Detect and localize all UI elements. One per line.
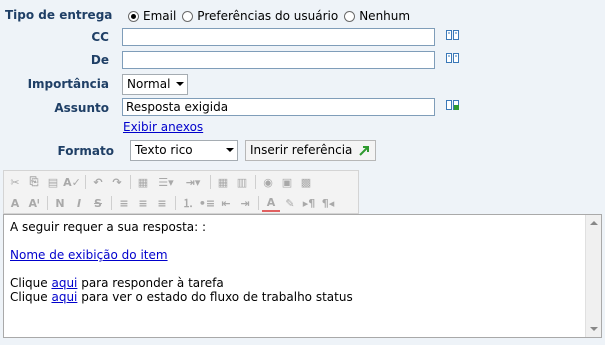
address-book-icon[interactable] — [446, 30, 459, 41]
list-style-icon[interactable]: ☰▾ — [153, 174, 179, 190]
format-label: Formato — [57, 144, 114, 158]
ordered-list-icon[interactable]: ⒈ — [179, 195, 197, 211]
redo-icon[interactable]: ↷ — [108, 174, 126, 190]
italic-icon[interactable]: I — [70, 195, 88, 211]
editor-line-3: Clique aqui para responder à tarefa — [10, 276, 224, 290]
format-select[interactable]: Texto rico — [130, 140, 238, 161]
address-book-icon[interactable] — [446, 53, 459, 64]
radio-email-label: Email — [143, 9, 177, 23]
insert-reference-button[interactable]: Inserir referência — [245, 140, 376, 161]
media-icon[interactable]: ▣ — [278, 174, 296, 190]
font-size-icon[interactable]: A — [6, 195, 24, 211]
message-editor[interactable]: A seguir requer a sua resposta: : Nome d… — [3, 214, 602, 338]
copy-icon[interactable]: ⎘ — [25, 174, 43, 190]
editor-scrollbar[interactable] — [585, 215, 601, 337]
special-char-icon[interactable]: ▩ — [297, 174, 315, 190]
columns-icon[interactable]: ▥ — [233, 174, 251, 190]
show-attachments-link[interactable]: Exibir anexos — [123, 120, 203, 134]
font-color-icon[interactable]: A — [262, 194, 280, 212]
cc-label: CC — [91, 30, 109, 44]
align-right-icon[interactable]: ≡ — [153, 195, 171, 211]
unordered-list-icon[interactable]: •≡ — [198, 195, 216, 211]
delivery-type-label: Tipo de entrega — [5, 8, 113, 22]
respond-task-link[interactable]: aqui — [51, 276, 77, 290]
scroll-up-icon[interactable] — [590, 221, 598, 225]
radio-user-preferences[interactable] — [182, 10, 194, 22]
toolbar-row-1: ✂ ⎘ ▤ A✓ ↶ ↷ ▦ ☰▾ ⇥▾ ▦ ▥ ◉ ▣ ▩ — [6, 172, 316, 192]
item-display-name-link[interactable]: Nome de exibição do item — [10, 248, 168, 262]
importance-value: Normal — [127, 77, 171, 91]
outdent-icon[interactable]: ⇤ — [217, 195, 235, 211]
cc-field[interactable] — [122, 28, 435, 46]
editor-toolbar: ✂ ⎘ ▤ A✓ ↶ ↷ ▦ ☰▾ ⇥▾ ▦ ▥ ◉ ▣ ▩ A Aᴵ N I … — [3, 170, 359, 214]
workflow-status-link[interactable]: aqui — [51, 290, 77, 304]
from-field[interactable] — [122, 51, 435, 69]
radio-none-label: Nenhum — [359, 9, 411, 23]
spellcheck-icon[interactable]: A✓ — [63, 174, 81, 190]
importance-select[interactable]: Normal — [122, 74, 188, 95]
toolbar-row-2: A Aᴵ N I S ≡ ≡ ≡ ⒈ •≡ ⇤ ⇥ A ✎ ▸¶ ¶◂ — [6, 193, 338, 213]
font-grow-icon[interactable]: Aᴵ — [25, 195, 43, 211]
table-icon[interactable]: ▦ — [134, 174, 152, 190]
chevron-down-icon — [226, 148, 234, 152]
chevron-down-icon — [176, 82, 184, 86]
editor-line-4: Clique aqui para ver o estado do fluxo d… — [10, 290, 353, 304]
importance-label: Importância — [27, 77, 109, 91]
delivery-type-options: Email Preferências do usuário Nenhum — [128, 8, 416, 24]
format-value: Texto rico — [135, 143, 193, 157]
align-left-icon[interactable]: ≡ — [115, 195, 133, 211]
bold-icon[interactable]: N — [51, 195, 69, 211]
subject-label: Assunto — [54, 101, 109, 115]
align-center-icon[interactable]: ≡ — [134, 195, 152, 211]
indent-style-icon[interactable]: ⇥▾ — [180, 174, 206, 190]
undo-icon[interactable]: ↶ — [89, 174, 107, 190]
arrow-up-right-icon — [359, 146, 369, 156]
paste-icon[interactable]: ▤ — [44, 174, 62, 190]
radio-user-preferences-label: Preferências do usuário — [197, 9, 339, 23]
editor-line-1: A seguir requer a sua resposta: : — [10, 220, 207, 234]
rtl-icon[interactable]: ¶◂ — [319, 195, 337, 211]
address-book-icon[interactable] — [446, 100, 459, 111]
insert-reference-label: Inserir referência — [250, 143, 353, 157]
subject-field[interactable]: Resposta exigida — [122, 98, 435, 116]
radio-none[interactable] — [344, 10, 356, 22]
radio-email[interactable] — [128, 10, 139, 22]
ltr-icon[interactable]: ▸¶ — [300, 195, 318, 211]
indent-icon[interactable]: ⇥ — [236, 195, 254, 211]
scroll-down-icon[interactable] — [590, 327, 598, 331]
from-label: De — [90, 53, 109, 67]
grid-icon[interactable]: ▦ — [214, 174, 232, 190]
strike-icon[interactable]: S — [89, 195, 107, 211]
image-icon[interactable]: ◉ — [259, 174, 277, 190]
cut-icon[interactable]: ✂ — [6, 174, 24, 190]
highlight-icon[interactable]: ✎ — [281, 195, 299, 211]
